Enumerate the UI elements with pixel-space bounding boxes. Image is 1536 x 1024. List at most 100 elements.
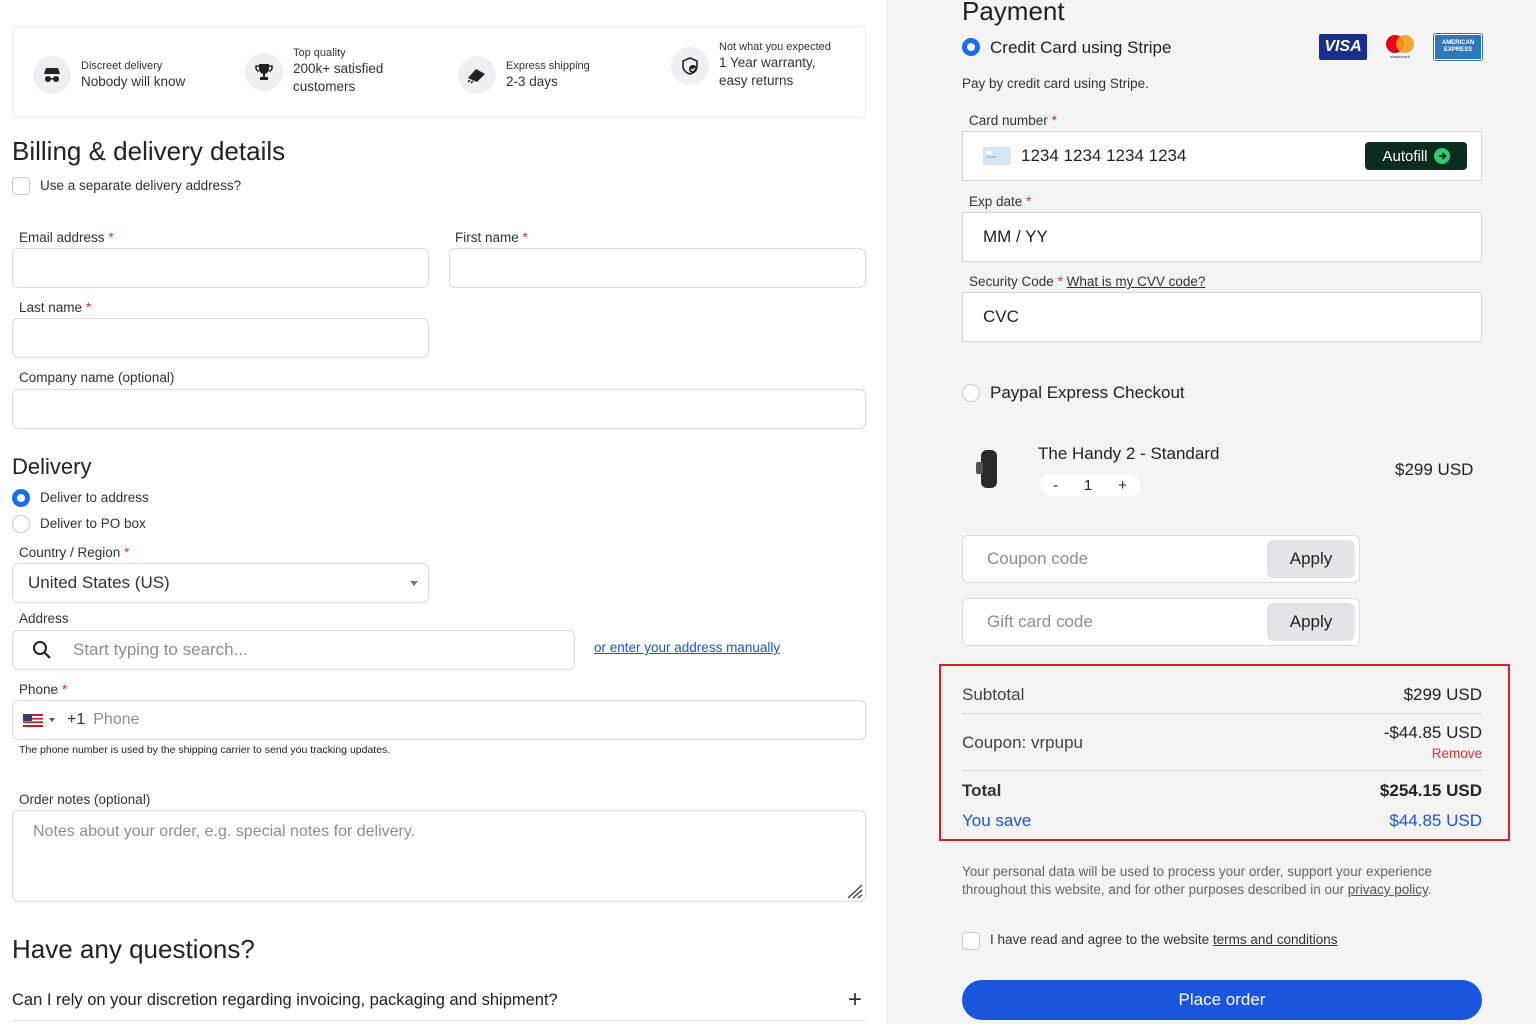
feature-small-text: Not what you expected [719, 41, 831, 53]
delivery-title: Delivery [12, 454, 92, 479]
deliver-to-address-label: Deliver to address [40, 490, 149, 505]
feature-shipping: Express shipping 2-3 days [458, 56, 590, 94]
separate-delivery-label: Use a separate delivery address? [40, 178, 242, 193]
gift-card-placeholder: Gift card code [987, 612, 1093, 631]
email-field[interactable] [12, 248, 429, 288]
privacy-notice: Your personal data will be used to proce… [962, 864, 1433, 897]
apply-gift-card-button[interactable]: Apply [1267, 603, 1355, 641]
faq-divider [12, 1020, 866, 1021]
feature-small-text: Discreet delivery [81, 59, 163, 72]
quantity-stepper[interactable]: - 1 + [1040, 474, 1140, 496]
phone-field[interactable]: +1 Phone [12, 700, 866, 740]
phone-note: The phone number is used by the shipping… [19, 744, 391, 756]
total-label: Total [962, 781, 1002, 800]
subtotal-label: Subtotal [962, 685, 1025, 704]
place-order-button[interactable]: Place order [962, 980, 1482, 1020]
exp-date-field[interactable]: MM / YY [962, 212, 1482, 262]
total-value: $254.15 USD [1379, 781, 1482, 800]
deliver-to-po-radio[interactable] [12, 515, 30, 533]
last-name-field[interactable] [12, 318, 429, 358]
feature-small-text: Top quality [293, 47, 346, 59]
paypal-radio[interactable] [962, 384, 980, 402]
privacy-policy-link[interactable]: privacy policy [1348, 882, 1428, 897]
country-value: United States (US) [28, 573, 170, 592]
autofill-button[interactable]: Autofill [1365, 142, 1467, 170]
card-icon [983, 147, 1011, 165]
feature-big-text: 200k+ satisfied customers [293, 61, 384, 94]
qty-decrease-button[interactable]: - [1053, 477, 1058, 494]
terms-link[interactable]: terms and conditions [1213, 932, 1338, 947]
order-notes-label: Order notes (optional) [19, 792, 151, 807]
product-price: $299 USD [1395, 460, 1474, 479]
first-name-label: First name * [455, 230, 528, 245]
country-code-select[interactable] [23, 713, 55, 727]
feature-small-text: Express shipping [506, 59, 590, 72]
separate-delivery-checkbox[interactable] [12, 177, 30, 195]
country-select[interactable]: United States (US) [12, 563, 429, 603]
stripe-radio[interactable] [962, 38, 980, 56]
totals-divider [962, 713, 1482, 714]
trophy-icon [245, 52, 283, 91]
address-search-input[interactable]: Start typing to search... [12, 630, 575, 670]
qty-increase-button[interactable]: + [1118, 477, 1127, 494]
first-name-field[interactable] [449, 248, 866, 288]
coupon-discount-value: -$44.85 USD [1383, 723, 1482, 742]
email-label: Email address * [19, 230, 114, 245]
billing-panel: Discreet delivery Nobody will know Top q… [0, 0, 886, 1024]
us-flag-icon [23, 713, 43, 727]
visa-logo: VISA [1319, 34, 1367, 60]
incognito-icon [33, 56, 71, 94]
you-save-value: $44.85 USD [1389, 811, 1482, 830]
cvc-field[interactable]: CVC [962, 292, 1482, 342]
arrow-right-icon [1433, 148, 1450, 164]
faq-question[interactable]: Can I rely on your discretion regarding … [12, 991, 558, 1010]
feature-big-text: 1 Year warranty, easy returns [719, 55, 816, 88]
cvc-help-link[interactable]: What is my CVV code? [1067, 274, 1206, 289]
feature-warranty: Not what you expected 1 Year warranty, e… [671, 41, 839, 90]
dropdown-arrow-icon [410, 581, 418, 586]
company-label: Company name (optional) [19, 370, 175, 385]
deliver-to-address-radio[interactable] [12, 489, 30, 507]
phone-placeholder: Phone [93, 711, 140, 728]
feature-quality: Top quality 200k+ satisfied customers [245, 47, 413, 96]
last-name-label: Last name * [19, 300, 92, 315]
remove-coupon-link[interactable]: Remove [1280, 746, 1482, 761]
coupon-input[interactable]: Coupon code Apply [962, 535, 1360, 583]
card-number-placeholder: 1234 1234 1234 1234 [1021, 146, 1187, 165]
terms-label: I have read and agree to the website ter… [990, 932, 1338, 947]
product-name: The Handy 2 - Standard [1038, 444, 1220, 463]
faq-title: Have any questions? [12, 934, 255, 964]
features-bar: Discreet delivery Nobody will know Top q… [12, 26, 866, 118]
billing-title: Billing & delivery details [12, 136, 286, 166]
search-icon [33, 641, 51, 659]
manual-address-link[interactable]: or enter your address manually [594, 640, 780, 655]
phone-code: +1 [67, 711, 86, 728]
cvc-label: Security Code * What is my CVV code? [969, 274, 1206, 289]
flag-dropdown-icon [49, 718, 55, 722]
notes-placeholder: Notes about your order, e.g. special not… [33, 823, 416, 840]
cvc-placeholder: CVC [983, 307, 1019, 326]
card-number-field[interactable]: 1234 1234 1234 1234 Autofill [962, 131, 1482, 181]
deliver-to-po-label: Deliver to PO box [40, 516, 146, 531]
feature-discreet: Discreet delivery Nobody will know [33, 56, 185, 94]
shield-check-icon [671, 46, 709, 85]
address-label: Address [19, 611, 69, 626]
stripe-label: Credit Card using Stripe [990, 38, 1172, 57]
mastercard-logo: mastercard [1380, 34, 1420, 60]
exp-date-placeholder: MM / YY [983, 227, 1048, 246]
qty-value: 1 [1083, 476, 1093, 494]
subtotal-value: $299 USD [1403, 685, 1482, 704]
company-field[interactable] [12, 389, 866, 429]
faq-expand-icon[interactable]: + [848, 986, 862, 1014]
resize-handle-icon[interactable] [843, 883, 863, 899]
totals-divider [962, 770, 1482, 771]
order-notes-textarea[interactable]: Notes about your order, e.g. special not… [12, 810, 866, 902]
autofill-label: Autofill [1382, 147, 1428, 165]
feature-big-text: Nobody will know [81, 73, 186, 89]
gift-card-input[interactable]: Gift card code Apply [962, 598, 1360, 646]
apply-coupon-button[interactable]: Apply [1267, 540, 1355, 578]
product-image [972, 448, 1002, 490]
coupon-applied-label: Coupon: vrpupu [962, 733, 1083, 752]
terms-checkbox[interactable] [962, 932, 980, 950]
feature-big-text: 2-3 days [506, 73, 558, 89]
